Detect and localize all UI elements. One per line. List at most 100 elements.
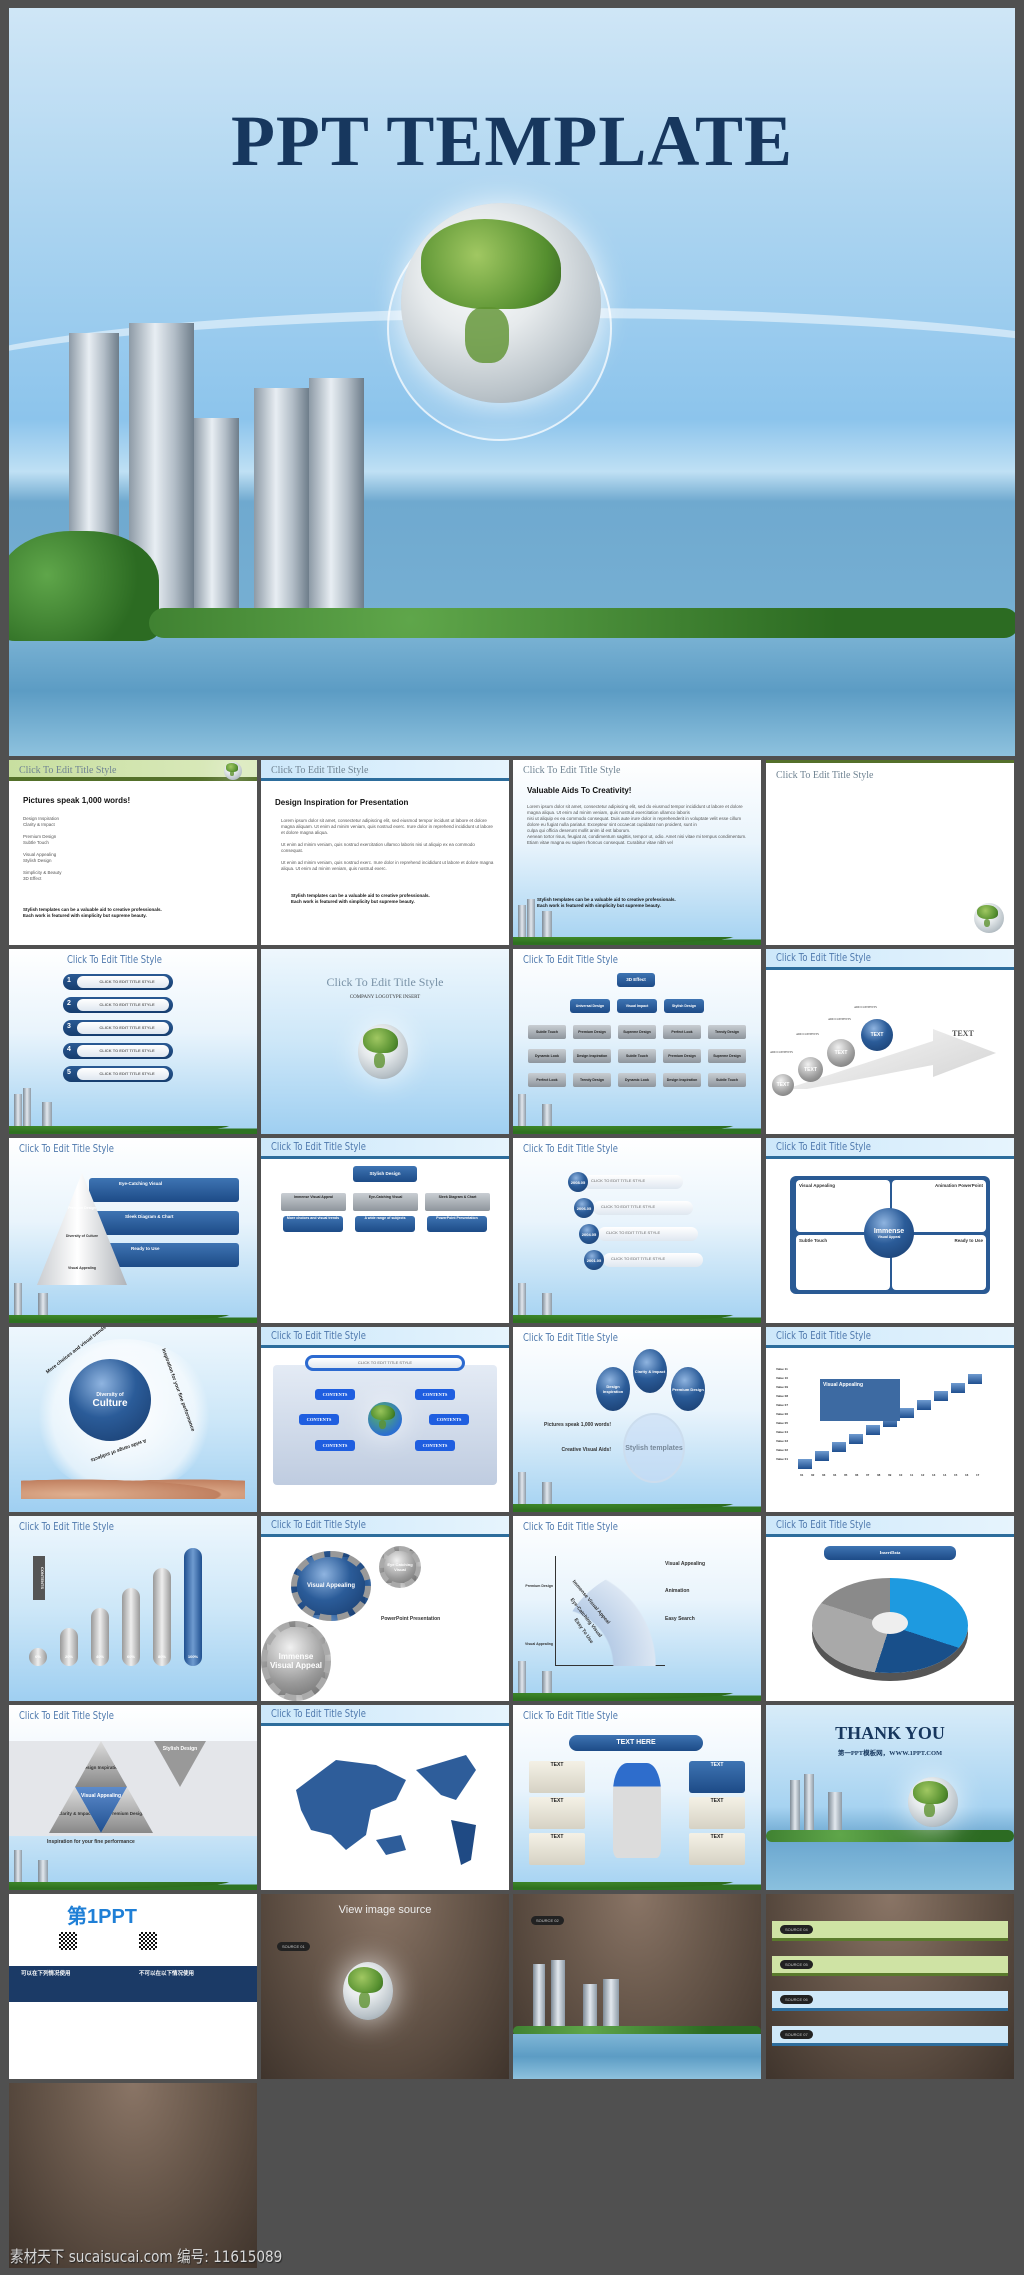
x-tick-label: 12 [921,1473,925,1477]
map-eurasia-africa [296,1760,406,1850]
org-chart-node: Visual Impact [617,999,657,1013]
slide-thumbnail-19[interactable]: Click To Edit Title Style Immense Visual… [513,1516,761,1701]
slide-thumbnail-15[interactable]: Click To Edit Title Style Design Inspira… [513,1327,761,1512]
slide-thumbnail-22[interactable]: Click To Edit Title Style [261,1705,509,1890]
bullet: Stylish Design [23,858,52,863]
y-tick-label: Value 03 [776,1439,789,1443]
slide-thumbnail-16[interactable]: Click To Edit Title Style Value 11 Value … [766,1327,1014,1512]
slide-thumbnail-8[interactable]: Click To Edit Title Style TEXT TEXT TEXT… [766,949,1014,1134]
list-item[interactable]: CLICK TO EDIT TITLE STYLE [77,976,169,988]
source-button[interactable]: SOURCE 07 [780,2030,813,2039]
slide-thumbnail-5[interactable]: Click To Edit Title Style 1 CLICK TO EDIT… [9,949,257,1134]
slide-thumbnail-6[interactable]: Click To Edit Title Style COMPANY LOGOTY… [261,949,509,1134]
slide-thumbnail-24[interactable]: THANK YOU 第一PPT模板网，WWW.1PPT.COM [766,1705,1014,1890]
axis-label: Premium Design [525,1584,553,1588]
bullet: Subtle Touch [23,840,49,845]
y-tick-label: Value 05 [776,1421,789,1425]
building [309,378,364,628]
x-tick-label: 17 [976,1473,980,1477]
x-tick-label: 01 [800,1473,804,1477]
header-pill: CLICK TO EDIT TITLE STYLE [305,1355,465,1371]
bar-label: 40% [95,1654,104,1659]
source-button[interactable]: SOURCE 01 [277,1942,310,1951]
slide-title: Click To Edit Title Style [19,765,117,776]
stair-step [900,1408,914,1418]
hero-slide[interactable]: PPT TEMPLATE [9,8,1015,756]
slide-title: Click To Edit Title Style [326,975,444,989]
y-tick-label: Value 06 [776,1412,789,1416]
org-chart-leaf: Premium Design [663,1049,701,1063]
slide-thumbnail-17[interactable]: Click To Edit Title Style CONTENTS 0% 20%… [9,1516,257,1701]
org-chart-leaf: Trendy Design [573,1073,611,1087]
org-chart-leaf: Supreme Design [618,1025,656,1039]
slide-title: Click To Edit Title Style [19,1143,114,1155]
globe-icon [358,1024,408,1079]
add-contents-label: ADD CONTENTS [828,1017,851,1021]
org-chart-node: Stylish Design [664,999,704,1013]
trees [9,531,159,641]
slide-thumbnail-1[interactable]: Click To Edit Title Style Pictures speak… [9,760,257,945]
building [194,418,239,628]
slide-thumbnail-9[interactable]: Click To Edit Title Style Eye-Catching V… [9,1138,257,1323]
slide-thumbnail-26[interactable]: View image source SOURCE 01 [261,1894,509,2079]
slide-thumbnail-25[interactable]: 第1PPT 可以在下列情况使用 不可以在以下情况使用 [9,1894,257,2079]
bar-label: 20% [64,1654,73,1659]
sphere-label: Clarity & Impact [633,1349,667,1393]
slide-thumbnail-21[interactable]: Click To Edit Title Style Stylish Design… [9,1705,257,1890]
slide-thumbnail-28[interactable]: SOURCE 04 SOURCE 05 SOURCE 06 SOURCE 07 [766,1894,1014,2079]
slide-thumbnail-18[interactable]: Click To Edit Title Style Visual Appeali… [261,1516,509,1701]
y-tick-label: Value 11 [776,1367,788,1371]
list-item[interactable]: CLICK TO EDIT TITLE STYLE [77,999,169,1011]
slide-thumbnail-12[interactable]: Click To Edit Title Style Visual Appeali… [766,1138,1014,1323]
source-button[interactable]: SOURCE 06 [780,1995,813,2004]
hero-title: PPT TEMPLATE [230,101,794,181]
slide-thumbnail-10[interactable]: Click To Edit Title Style Stylish Design… [261,1138,509,1323]
source-button[interactable]: SOURCE 04 [780,1925,813,1934]
globe-icon [908,1777,958,1827]
source-button[interactable]: SOURCE 02 [531,1916,564,1925]
content-node: CONTENTS [299,1414,339,1425]
slide-title: Click To Edit Title Style [523,1143,618,1155]
org-chart-leaf: Supreme Design [708,1049,746,1063]
list-item[interactable]: CLICK TO EDIT TITLE STYLE [77,1022,169,1034]
list-number: 4 [67,1046,71,1053]
globe-icon [343,1962,393,2020]
qr-code [59,1932,77,1950]
slide-thumbnail-14[interactable]: Click To Edit Title Style CLICK TO EDIT … [261,1327,509,1512]
slide-thumbnail-4[interactable]: Click To Edit Title Style [766,760,1014,945]
slide-thumbnail-23[interactable]: Click To Edit Title Style TEXT HERE TEXT… [513,1705,761,1890]
slide-thumbnail-11[interactable]: Click To Edit Title Style CLICK TO EDIT … [513,1138,761,1323]
slide-thumbnail-13[interactable]: Diversity of Culture More choices and vis… [9,1327,257,1512]
timeline-date: 2006.05 [574,1198,594,1218]
bullet: Clarity & Impact [23,822,55,827]
column-header: Immense Visual Appeal [281,1193,346,1211]
org-chart-leaf: Subtle Touch [528,1025,566,1039]
pyramid-item: Sleek Diagram & Chart [89,1211,239,1235]
slide-thumbnail-20[interactable]: Click To Edit Title Style InsertData [766,1516,1014,1701]
list-item[interactable]: CLICK TO EDIT TITLE STYLE [77,1045,169,1057]
slide-title: View image source [338,1904,432,1916]
slide-title: Click To Edit Title Style [19,1710,114,1722]
source-button[interactable]: SOURCE 05 [780,1960,813,1969]
slide-title: Click To Edit Title Style [523,954,618,966]
timeline-item: CLICK TO EDIT TITLE STYLE [593,1201,693,1215]
x-tick-label: 07 [866,1473,870,1477]
list-item[interactable]: CLICK TO EDIT TITLE STYLE [77,1068,169,1080]
x-tick-label: 11 [910,1473,914,1477]
org-chart-leaf: Dynamic Look [618,1073,656,1087]
slide-thumbnail-29[interactable] [9,2083,257,2268]
slide-thumbnail-2[interactable]: Click To Edit Title Style Design Inspira… [261,760,509,945]
org-chart-leaf: Perfect Look [663,1025,701,1039]
slide-thumbnail-7[interactable]: Click To Edit Title Style 3D Effect Univ… [513,949,761,1134]
stair-step [934,1391,948,1401]
water [9,626,1015,756]
axis-label: Visual Appealing [524,1642,553,1646]
slide-thumbnail-27[interactable]: SOURCE 02 [513,1894,761,2079]
slide-thumbnail-3[interactable]: Click To Edit Title Style Valuable Aids … [513,760,761,945]
building [254,388,309,628]
list-number: 3 [67,1023,71,1030]
slide-title: Click To Edit Title Style [776,770,874,781]
bullet: nisi ut aliquip ex ea commodo consequat.… [527,816,742,827]
stair-step [849,1433,863,1444]
org-chart-leaf: Design Inspiration [573,1049,611,1063]
